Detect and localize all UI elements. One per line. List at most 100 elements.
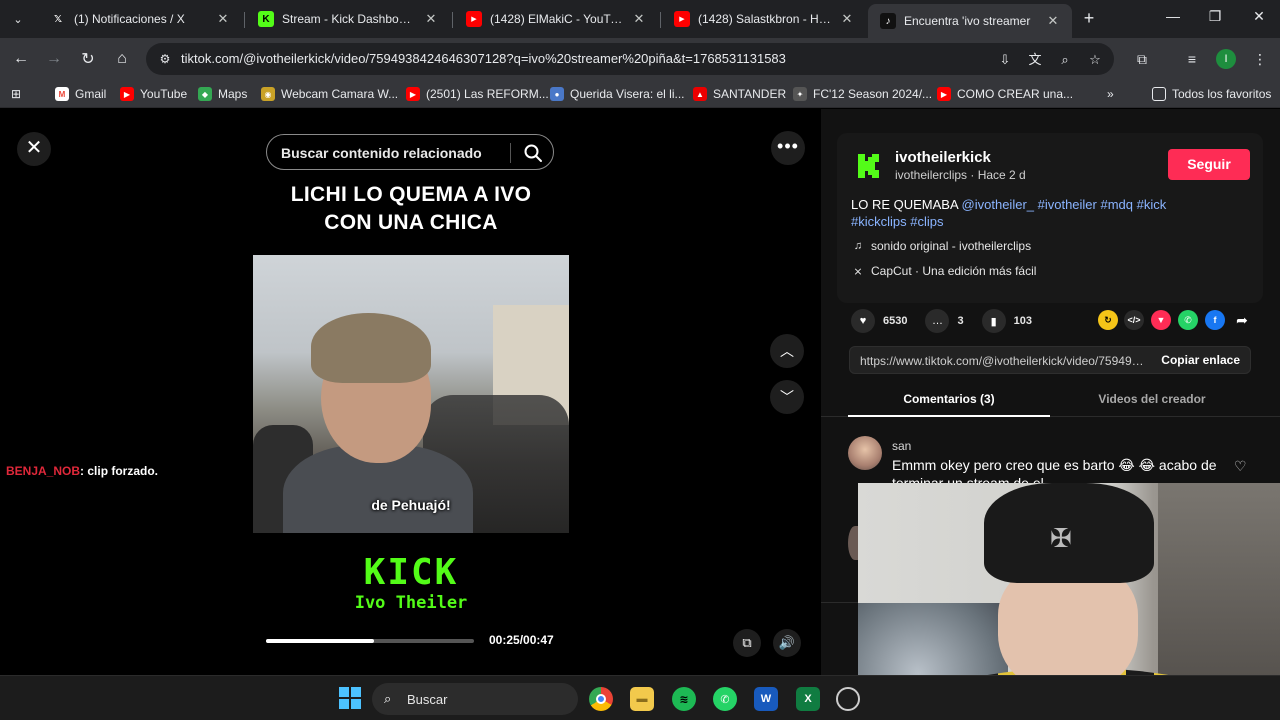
tab-kick-dashboard[interactable]: K Stream - Kick Dashboard ✕	[246, 4, 450, 34]
share-link-url[interactable]: https://www.tiktok.com/@ivotheilerkick/v…	[860, 354, 1150, 368]
back-arrow-icon[interactable]: ←	[9, 47, 33, 71]
bookmark-maps[interactable]: ◆ Maps	[198, 86, 247, 102]
like-stat[interactable]: ♥ 6530	[851, 309, 907, 333]
bookmark-star-icon[interactable]: ☆	[1086, 51, 1104, 69]
windows-start-icon[interactable]	[339, 687, 361, 709]
video-player[interactable]: Buscar contenido relacionado LICHI LO QU…	[253, 115, 569, 675]
site-info-icon[interactable]: ⚙	[154, 48, 176, 70]
tab-close-icon[interactable]: ✕	[214, 11, 232, 27]
minimize-icon[interactable]: —	[1158, 8, 1188, 24]
x-icon: 𝕏	[53, 13, 63, 25]
more-bookmarks-icon[interactable]: »	[1107, 86, 1114, 102]
bookmark-fc12[interactable]: ✦ FC'12 Season 2024/...	[793, 86, 932, 102]
profile-avatar[interactable]: I	[1216, 49, 1236, 69]
tab-creator-videos[interactable]: Videos del creador	[1051, 392, 1253, 406]
heart-icon[interactable]: ♥	[851, 309, 875, 333]
tab-close-icon[interactable]: ✕	[630, 11, 648, 27]
whatsapp-icon[interactable]: ✆	[713, 687, 737, 711]
tab-youtube-salastkbron[interactable]: ▶ (1428) Salastkbron - HOLA ( ✕	[662, 4, 866, 34]
previous-video-icon[interactable]: ︿	[770, 334, 804, 368]
more-options-icon[interactable]: •••	[771, 131, 805, 165]
related-search-placeholder: Buscar contenido relacionado	[281, 145, 482, 161]
tab-youtube-elmakic[interactable]: ▶ (1428) ElMakiC - YouTube ✕	[454, 4, 658, 34]
avatar[interactable]	[848, 436, 882, 470]
video-scene-cap	[311, 313, 431, 383]
reload-icon[interactable]: ↻	[76, 47, 100, 71]
close-video-button[interactable]: ✕	[17, 132, 51, 166]
video-frame: de Pehuajó!	[253, 255, 569, 533]
apps-grid-icon[interactable]: ⊞	[11, 86, 21, 102]
word-icon[interactable]: W	[754, 687, 778, 711]
webcam-icon: ◉	[261, 87, 275, 101]
all-bookmarks-button[interactable]: Todos los favoritos	[1152, 86, 1271, 102]
author-name[interactable]: ivotheilerkick	[895, 149, 991, 166]
whatsapp-icon[interactable]: ✆	[1178, 310, 1198, 330]
bookmark-label: Querida Visera: el li...	[570, 87, 685, 101]
bookmark-como-crear[interactable]: ▶ COMO CREAR una...	[937, 86, 1073, 102]
forward-arrow-icon[interactable]: →	[42, 47, 66, 71]
bookmarks-bar: ⊞ M Gmail ▶ YouTube ◆ Maps ◉ Webcam Cama…	[0, 80, 1280, 108]
facebook-icon[interactable]: f	[1205, 310, 1225, 330]
copy-link-button[interactable]: Copiar enlace	[1161, 353, 1240, 367]
file-explorer-icon[interactable]: ▬	[630, 687, 654, 711]
install-app-icon[interactable]: ⇩	[996, 51, 1014, 69]
tab-title: Stream - Kick Dashboard	[282, 12, 416, 26]
bookmark-reformas[interactable]: ▶ (2501) Las REFORM...	[406, 86, 549, 102]
tab-search-button[interactable]: ⌄	[6, 7, 30, 31]
home-icon[interactable]: ⌂	[110, 47, 134, 71]
volume-icon[interactable]: 🔊	[773, 629, 801, 657]
embed-icon[interactable]: </>	[1124, 310, 1144, 330]
tab-tiktok-search[interactable]: ♪ Encuentra 'ivo streamer ✕	[868, 4, 1072, 38]
bookmark-gmail[interactable]: M Gmail	[55, 86, 106, 102]
tab-strip: ⌄ 𝕏 (1) Notificaciones / X ✕ K Stream - …	[0, 0, 1280, 38]
address-url[interactable]: tiktok.com/@ivotheilerkick/video/7594938…	[181, 51, 786, 66]
sound-link[interactable]: ♫ sonido original - ivotheilerclips	[851, 239, 1031, 253]
save-count: 103	[1013, 315, 1032, 327]
comment-count: 3	[957, 315, 964, 327]
window-close-icon[interactable]: ✕	[1244, 8, 1274, 25]
related-search-input[interactable]: Buscar contenido relacionado	[266, 134, 554, 170]
excel-icon[interactable]: X	[796, 687, 820, 711]
bookmark-youtube[interactable]: ▶ YouTube	[120, 86, 187, 102]
bookmark-label: FC'12 Season 2024/...	[813, 87, 933, 101]
tab-close-icon[interactable]: ✕	[838, 11, 856, 27]
tab-x-notifications[interactable]: 𝕏 (1) Notificaciones / X ✕	[38, 4, 242, 34]
tab-close-icon[interactable]: ✕	[422, 11, 440, 27]
bookmark-icon[interactable]: ▮	[981, 309, 1006, 333]
zoom-icon[interactable]: ⌕	[1056, 51, 1074, 69]
comment-stat[interactable]: … 3	[925, 309, 964, 333]
share-arrow-icon[interactable]: ➦	[1232, 310, 1252, 330]
tab-close-icon[interactable]: ✕	[1044, 13, 1062, 29]
chrome-icon[interactable]	[589, 687, 613, 711]
comment-heart-icon[interactable]: ♡	[1234, 458, 1247, 475]
floating-player-icon[interactable]: ⧉	[733, 629, 761, 657]
comment-icon[interactable]: …	[925, 309, 950, 333]
browser-menu-icon[interactable]: ⋮	[1250, 49, 1270, 69]
follow-button[interactable]: Seguir	[1168, 149, 1250, 180]
send-icon[interactable]: ▼	[1151, 310, 1171, 330]
author-avatar[interactable]	[854, 151, 884, 181]
extensions-icon[interactable]: ⧉	[1132, 49, 1152, 69]
comment-username[interactable]: san	[892, 439, 911, 453]
bookmark-santander[interactable]: ▲ SANTANDER	[693, 86, 786, 102]
taskbar-search[interactable]: ⌕ Buscar	[372, 683, 578, 715]
next-video-icon[interactable]: ﹀	[770, 380, 804, 414]
search-icon[interactable]	[521, 141, 545, 165]
video-progress-bar[interactable]	[266, 639, 474, 643]
taskbar-search-label: Buscar	[407, 692, 448, 707]
youtube-icon: ▶	[466, 11, 482, 27]
capcut-link[interactable]: ⨯ CapCut · Una edición más fácil	[851, 264, 1036, 278]
bookmark-webcam[interactable]: ◉ Webcam Camara W...	[261, 86, 398, 102]
app-icon[interactable]	[836, 687, 860, 711]
media-controls-icon[interactable]: ≡	[1182, 49, 1202, 69]
save-stat[interactable]: ▮ 103	[981, 309, 1032, 333]
translate-icon[interactable]: 文	[1026, 51, 1044, 69]
repost-icon[interactable]: ↻	[1098, 310, 1118, 330]
restore-icon[interactable]: ❐	[1200, 8, 1230, 25]
video-title-overlay: LICHI LO QUEMA A IVO CON UNA CHICA	[253, 181, 569, 237]
address-bar[interactable]: ⚙ tiktok.com/@ivotheilerkick/video/75949…	[146, 43, 1114, 75]
bookmark-querida-visera[interactable]: ● Querida Visera: el li...	[550, 86, 685, 102]
new-tab-button[interactable]: +	[1078, 8, 1100, 30]
spotify-icon[interactable]: ≋	[672, 687, 696, 711]
tab-comments[interactable]: Comentarios (3)	[848, 392, 1050, 406]
